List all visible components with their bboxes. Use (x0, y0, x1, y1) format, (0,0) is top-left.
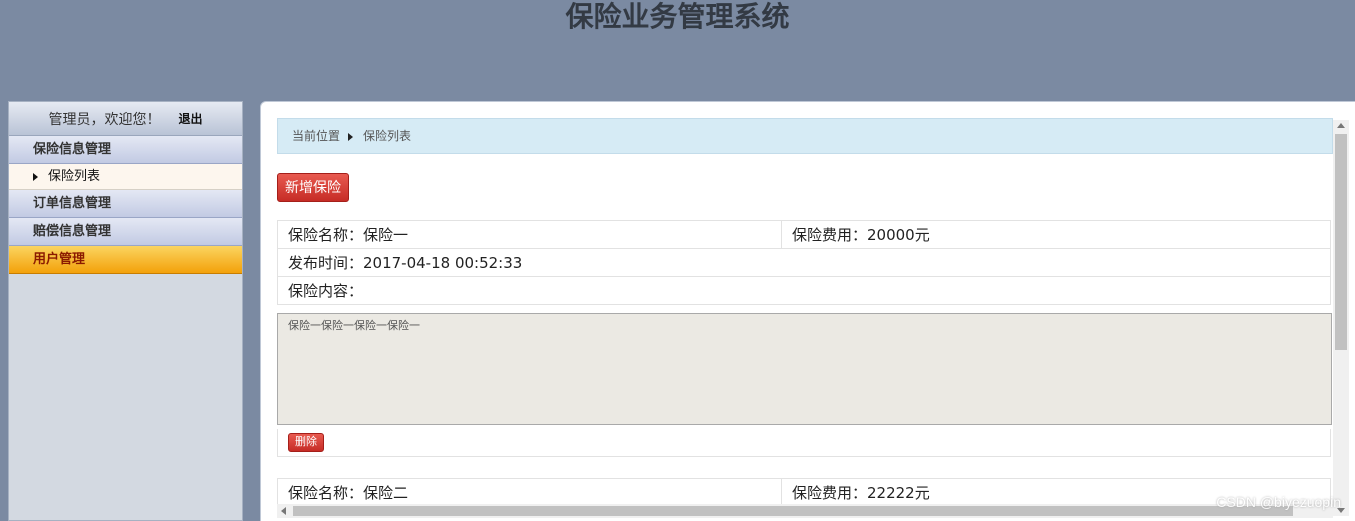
scroll-up-icon[interactable] (1337, 123, 1345, 128)
nav-item-label: 保险列表 (48, 169, 101, 184)
record-time: 发布时间：2017-04-18 00:52:33 (277, 248, 1331, 277)
app-title: 保险业务管理系统 (565, 0, 790, 33)
caret-right-icon (348, 132, 354, 141)
add-insurance-button[interactable]: 新增保险 (277, 173, 349, 202)
nav-group-compensation-info[interactable]: 赔偿信息管理 (9, 218, 242, 246)
record-fee: 保险费用：20000元 (781, 220, 1331, 249)
watermark: CSDN @biyezuopin (1216, 494, 1341, 510)
caret-right-icon (33, 172, 38, 181)
sidebar: 管理员，欢迎您！ 退出 保险信息管理 保险列表 订单信息管理 赔偿信息管理 用户… (8, 101, 243, 521)
scrollbar-thumb[interactable] (293, 506, 1293, 516)
scroll-left-icon[interactable] (281, 507, 286, 515)
nav-group-insurance-info[interactable]: 保险信息管理 (9, 136, 242, 164)
record-name: 保险名称：保险一 (277, 220, 782, 249)
nav-item-insurance-list[interactable]: 保险列表 (9, 164, 242, 190)
breadcrumb: 当前位置 保险列表 (277, 118, 1333, 154)
delete-button[interactable]: 删除 (288, 433, 324, 452)
vertical-scrollbar[interactable] (1333, 120, 1349, 516)
sidebar-header: 管理员，欢迎您！ 退出 (9, 102, 242, 136)
record-actions: 删除 (277, 429, 1331, 457)
welcome-text: 管理员，欢迎您！ (48, 111, 161, 128)
horizontal-scrollbar[interactable] (277, 504, 1333, 518)
scrollbar-thumb[interactable] (1335, 134, 1347, 350)
nav-group-order-info[interactable]: 订单信息管理 (9, 190, 242, 218)
record-card: 保险名称：保险一 保险费用：20000元 发布时间：2017-04-18 00:… (277, 220, 1332, 457)
breadcrumb-page[interactable]: 保险列表 (363, 129, 411, 143)
logout-link[interactable]: 退出 (178, 110, 202, 127)
content-panel: 当前位置 保险列表 新增保险 保险名称：保险一 保险费用：20000元 发布时间：… (260, 101, 1355, 521)
record-content-label: 保险内容： (277, 276, 1331, 305)
record-card: 保险名称：保险二 保险费用：22222元 (277, 478, 1331, 507)
nav-group-user-management[interactable]: 用户管理 (9, 246, 242, 274)
record-table: 保险名称：保险二 保险费用：22222元 (277, 478, 1331, 507)
record-content-textarea[interactable]: 保险一保险一保险一保险一 (277, 313, 1332, 425)
record-name: 保险名称：保险二 (277, 478, 782, 507)
record-table: 保险名称：保险一 保险费用：20000元 发布时间：2017-04-18 00:… (277, 220, 1331, 305)
breadcrumb-current[interactable]: 当前位置 (292, 129, 340, 143)
